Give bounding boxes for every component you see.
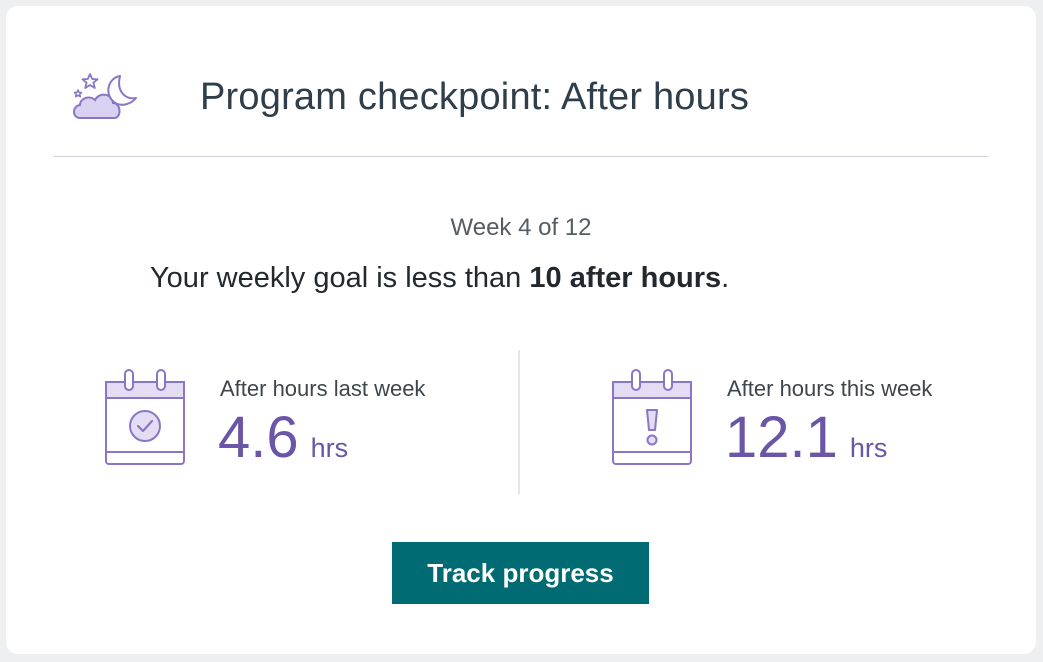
calendar-check-icon [105, 369, 185, 465]
goal-prefix: Your weekly goal is less than [150, 262, 530, 294]
week-indicator: Week 4 of 12 [450, 214, 592, 241]
stat-label-this-week: After hours this week [727, 376, 933, 401]
goal-suffix: . [721, 262, 730, 294]
stat-unit: hrs [310, 433, 349, 463]
weekly-goal-text: Your weekly goal is less than 10 after h… [150, 262, 729, 295]
goal-emphasis: 10 after hours [529, 262, 722, 294]
page-title: Program checkpoint: After hours [200, 76, 750, 118]
stat-label-last-week: After hours last week [220, 376, 426, 401]
stat-last-week: After hours last week 4.6 hrs [103, 366, 503, 476]
track-progress-button[interactable]: Track progress [392, 542, 649, 604]
stat-number: 12.1 [725, 405, 838, 470]
stat-number: 4.6 [218, 405, 299, 470]
calendar-alert-icon [612, 369, 692, 465]
stat-value-last-week: 4.6 hrs [218, 404, 348, 471]
stat-value-this-week: 12.1 hrs [725, 404, 887, 471]
checkpoint-card: Program checkpoint: After hours Week 4 o… [6, 6, 1036, 654]
moon-cloud-stars-icon [73, 73, 137, 119]
stat-this-week: After hours this week 12.1 hrs [610, 366, 1010, 476]
card-header: Program checkpoint: After hours [6, 6, 1036, 156]
stat-unit: hrs [849, 433, 888, 463]
header-divider [54, 156, 988, 157]
stats-divider [518, 350, 520, 494]
